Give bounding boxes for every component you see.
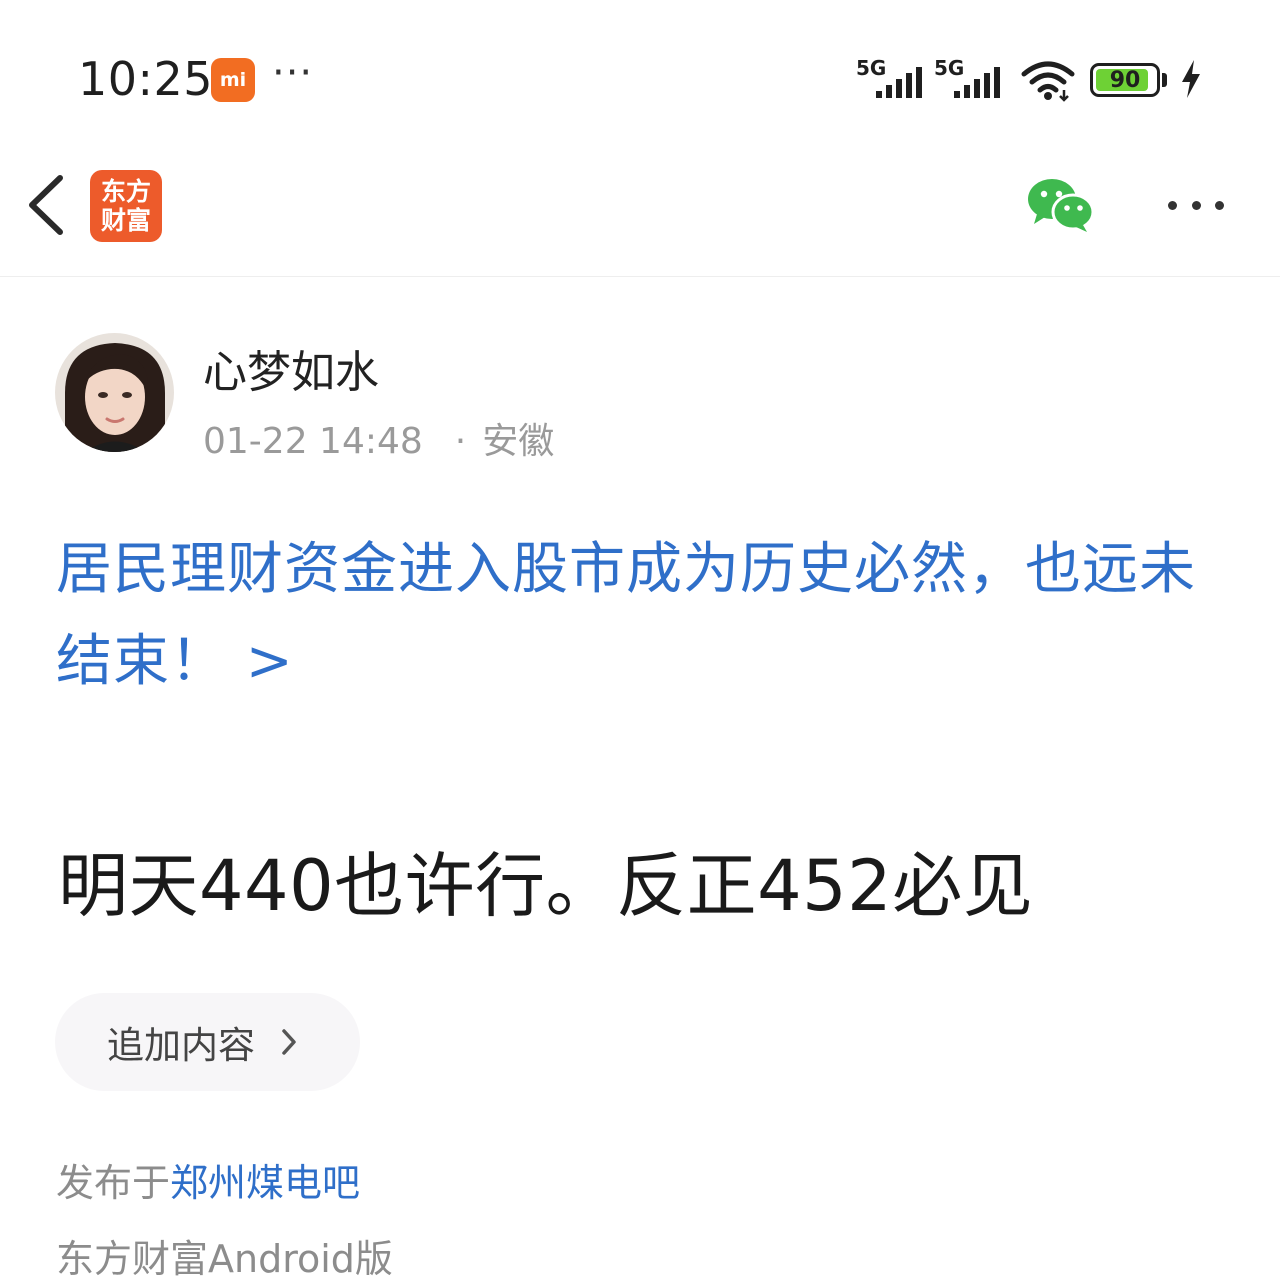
- back-button[interactable]: [22, 172, 72, 238]
- forum-link[interactable]: 郑州煤电吧: [170, 1161, 360, 1205]
- battery-level-text: 90: [1109, 67, 1141, 93]
- more-dot-icon: [1191, 200, 1201, 210]
- nav-divider: [0, 276, 1280, 277]
- wechat-share-button[interactable]: [1025, 176, 1095, 232]
- more-dot-icon: [1168, 200, 1177, 210]
- wifi-icon: [1020, 60, 1076, 106]
- signal-1-label: 5G: [856, 56, 887, 80]
- append-content-button[interactable]: 追加内容: [55, 993, 360, 1091]
- avatar-portrait-image: [55, 333, 174, 452]
- post-meta: 01-22 14:48 · 安徽: [203, 412, 554, 464]
- chevron-right-icon: [282, 1029, 296, 1055]
- append-content-label: 追加内容: [107, 1024, 255, 1067]
- published-in-line: 发布于郑州煤电吧: [56, 1152, 360, 1207]
- charging-bolt-icon: [1178, 58, 1204, 104]
- status-time: 10:25: [78, 52, 214, 106]
- more-notifications-icon: ···: [272, 50, 314, 96]
- author-avatar[interactable]: [55, 333, 174, 452]
- logo-text-line1: 东方: [100, 177, 151, 206]
- chevron-left-icon: [29, 175, 63, 235]
- published-prefix: 发布于: [56, 1161, 171, 1205]
- signal-1-icon: 5G: [856, 56, 928, 102]
- signal-2-icon: 5G: [934, 56, 1006, 102]
- battery-cap: [1162, 73, 1167, 87]
- author-name[interactable]: 心梦如水: [203, 336, 379, 400]
- battery-icon: 90: [1090, 63, 1160, 97]
- article-title-link[interactable]: 居民理财资金进入股市成为历史必然，也远未结束！ >: [56, 524, 1236, 708]
- post-time: 01-22 14:48: [203, 421, 423, 462]
- client-info: 东方财富Android版: [56, 1237, 393, 1281]
- signal-2-label: 5G: [934, 56, 965, 80]
- more-dot-icon: [1215, 200, 1224, 210]
- meta-separator: ·: [454, 421, 467, 462]
- wechat-icon: [1028, 179, 1095, 232]
- post-body-text: 明天440也许行。反正452必见: [58, 845, 1034, 927]
- mi-notification-icon: mi: [211, 58, 255, 102]
- post-location: 安徽: [482, 421, 555, 462]
- logo-text-line2: 财富: [100, 206, 151, 235]
- more-options-button[interactable]: [1162, 188, 1230, 222]
- app-logo: 东方 财富: [90, 170, 162, 242]
